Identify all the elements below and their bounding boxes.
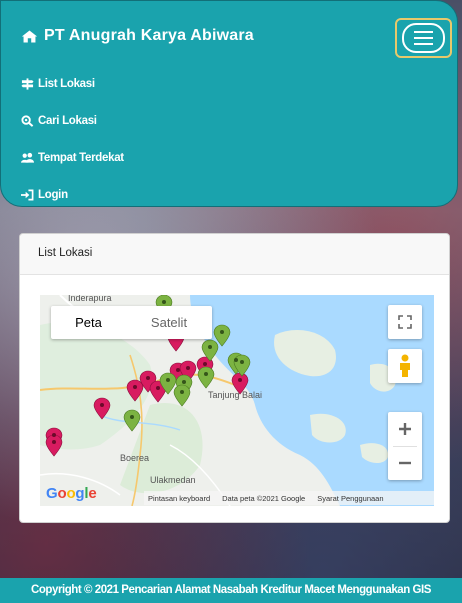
location-card: List Lokasi Inderapura Tanjung Balai Boe… xyxy=(19,233,450,523)
map-label: Inderapura xyxy=(68,295,112,303)
nav-link-label: Login xyxy=(38,188,68,201)
card-title: List Lokasi xyxy=(20,234,449,275)
map-type-control: Peta Satelit xyxy=(51,306,212,339)
nav-link-label: Tempat Terdekat xyxy=(38,151,124,164)
brand-name: PT Anugrah Karya Abiwara xyxy=(44,27,254,44)
keyboard-shortcuts-link[interactable]: Pintasan keyboard xyxy=(148,494,210,503)
street-view-button[interactable] xyxy=(388,349,422,383)
map-label: Boerea xyxy=(120,453,150,463)
nav-link-label: List Lokasi xyxy=(38,77,95,90)
location-map[interactable]: Inderapura Tanjung Balai Boerea Ulakmeda… xyxy=(40,295,434,506)
zoom-out-button[interactable] xyxy=(388,446,422,480)
minus-icon xyxy=(399,462,411,465)
copyright-text: Copyright © 2021 Pencarian Alamat Nasaba… xyxy=(31,584,431,596)
map-label: Ulakmedan xyxy=(150,475,196,485)
map-type-satelit-button[interactable]: Satelit xyxy=(126,306,212,339)
pegman-icon xyxy=(400,354,410,377)
fullscreen-icon xyxy=(398,315,412,329)
map-attribution: Pintasan keyboard Data peta ©2021 Google… xyxy=(144,491,434,505)
brand[interactable]: PT Anugrah Karya Abiwara xyxy=(21,27,254,45)
users-icon xyxy=(21,152,34,163)
map-data-text: Data peta ©2021 Google xyxy=(222,493,306,503)
sign-in-icon xyxy=(21,189,34,200)
search-location-icon xyxy=(21,114,34,127)
zoom-in-button[interactable] xyxy=(388,412,422,446)
map-type-peta-button[interactable]: Peta xyxy=(51,306,126,339)
nav-link-list-lokasi[interactable]: List Lokasi xyxy=(21,65,124,102)
signpost-icon xyxy=(21,77,34,90)
home-icon xyxy=(21,30,38,42)
google-logo[interactable]: Google xyxy=(46,485,97,502)
nav-link-login[interactable]: Login xyxy=(21,176,124,213)
nav-link-cari-lokasi[interactable]: Cari Lokasi xyxy=(21,102,124,139)
page-footer: Copyright © 2021 Pencarian Alamat Nasaba… xyxy=(0,578,462,603)
nav-link-label: Cari Lokasi xyxy=(38,114,97,127)
navbar: PT Anugrah Karya Abiwara List Lokasi Car… xyxy=(0,0,458,207)
menu-toggle-button[interactable] xyxy=(395,18,452,58)
hamburger-icon xyxy=(402,23,445,53)
zoom-control xyxy=(388,412,422,480)
plus-icon xyxy=(399,422,411,435)
nav-link-tempat-terdekat[interactable]: Tempat Terdekat xyxy=(21,139,124,176)
terms-link[interactable]: Syarat Penggunaan xyxy=(317,494,383,503)
nav-links: List Lokasi Cari Lokasi Tempat Terdekat xyxy=(21,65,124,213)
fullscreen-button[interactable] xyxy=(388,305,422,339)
map-label: Tanjung Balai xyxy=(208,390,263,400)
